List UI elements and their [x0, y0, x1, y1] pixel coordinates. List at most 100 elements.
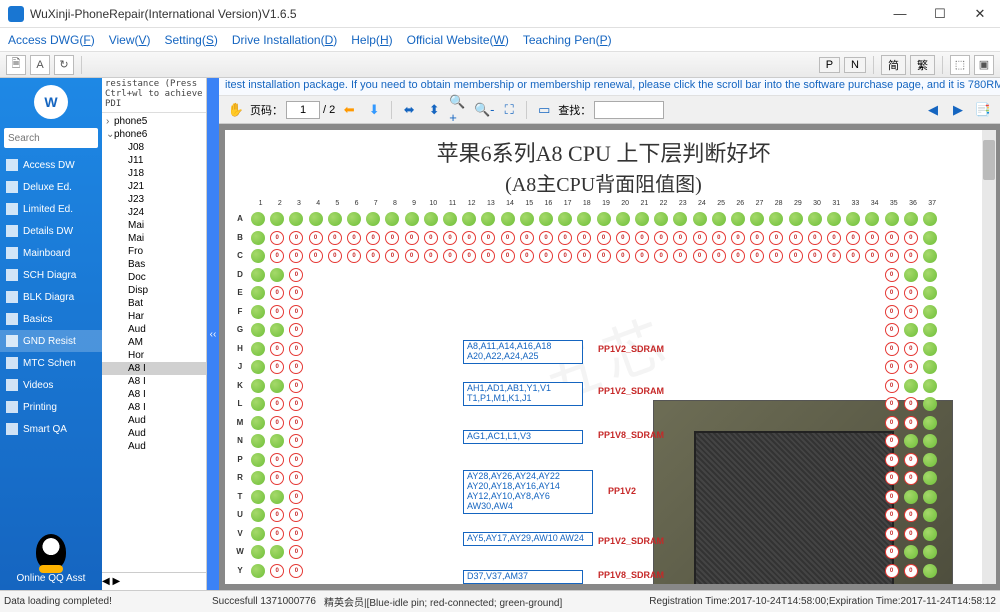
bga-ball [251, 471, 265, 485]
viewer-search-input[interactable] [594, 101, 664, 119]
tree-node[interactable]: Hor [102, 349, 206, 362]
tab-strip[interactable]: ◀ ▶ [102, 572, 206, 590]
traditional-button[interactable]: 繁 [910, 55, 935, 75]
tool-icon[interactable]: A [30, 55, 50, 75]
bga-ball: 0 [885, 379, 899, 393]
bga-ball: 0 [885, 564, 899, 578]
sidebar-item-access-dw[interactable]: Access DW [0, 154, 102, 176]
scrollbar[interactable] [982, 130, 996, 584]
tree-node[interactable]: phone6 [102, 128, 206, 141]
tree-node[interactable]: J11 [102, 154, 206, 167]
sidebar-item-details-dw[interactable]: Details DW [0, 220, 102, 242]
menu-item[interactable]: Drive Installation(D) [232, 33, 337, 47]
n-button[interactable]: N [844, 57, 866, 73]
sidebar-item-limited-ed-[interactable]: Limited Ed. [0, 198, 102, 220]
tool-icon[interactable]: ↻ [54, 55, 74, 75]
sidebar-item-mtc-schen[interactable]: MTC Schen [0, 352, 102, 374]
tree-node[interactable]: J18 [102, 167, 206, 180]
bga-ball: 0 [885, 508, 899, 522]
sidebar-item-videos[interactable]: Videos [0, 374, 102, 396]
sidebar-item-blk-diagra[interactable]: BLK Diagra [0, 286, 102, 308]
bga-ball [923, 286, 937, 300]
sidebar-item-mainboard[interactable]: Mainboard [0, 242, 102, 264]
tool-icon[interactable]: 🗎 [6, 55, 26, 75]
zoom-area-icon[interactable]: ⛶ [498, 99, 520, 121]
maximize-button[interactable]: ☐ [920, 0, 960, 28]
tool-icon[interactable]: ⬚ [950, 55, 970, 75]
bga-ball: 0 [289, 564, 303, 578]
bga-ball [654, 212, 668, 226]
bga-ball: 0 [769, 249, 783, 263]
tree-node[interactable]: AM [102, 336, 206, 349]
bga-ball: 0 [904, 249, 918, 263]
prev-page-icon[interactable]: ⬅ [338, 99, 360, 121]
tree-node[interactable]: A8 I [102, 362, 206, 375]
zoom-out-icon[interactable]: 🔍- [473, 99, 495, 121]
tree-node[interactable]: Aud [102, 440, 206, 453]
bookmark-icon[interactable]: 📑 [972, 99, 994, 121]
menu-item[interactable]: Help(H) [351, 33, 392, 47]
zoom-in-icon[interactable]: 🔍+ [448, 99, 470, 121]
minimize-button[interactable]: — [880, 0, 920, 28]
menu-item[interactable]: Access DWG(F) [8, 33, 95, 47]
menu-item[interactable]: Teaching Pen(P) [523, 33, 612, 47]
sidebar-item-gnd-resist[interactable]: GND Resist [0, 330, 102, 352]
tree-node[interactable]: Mai [102, 232, 206, 245]
tree-node[interactable]: Mai [102, 219, 206, 232]
tree-node[interactable]: J24 [102, 206, 206, 219]
bga-ball: 0 [289, 527, 303, 541]
tree-node[interactable]: A8 I [102, 388, 206, 401]
bga-ball: 0 [827, 231, 841, 245]
tree-node[interactable]: Aud [102, 414, 206, 427]
tree-node[interactable]: A8 I [102, 401, 206, 414]
menu-item[interactable]: Setting(S) [165, 33, 218, 47]
simplified-button[interactable]: 简 [881, 55, 906, 75]
tree-node[interactable]: Disp [102, 284, 206, 297]
tree-node[interactable]: J21 [102, 180, 206, 193]
tree-node[interactable]: J23 [102, 193, 206, 206]
tree-node[interactable]: A8 I [102, 375, 206, 388]
nav-prev-icon[interactable]: ◀ [922, 99, 944, 121]
bga-ball [501, 212, 515, 226]
sidebar-item-deluxe-ed-[interactable]: Deluxe Ed. [0, 176, 102, 198]
hand-tool-icon[interactable]: ✋ [225, 99, 247, 121]
net-label: PP1V8_SDRAM [595, 430, 667, 442]
bga-ball: 0 [731, 249, 745, 263]
status-mid2: 精英会员|[Blue-idle pin; red-connected; gree… [324, 594, 562, 609]
menu-item[interactable]: View(V) [109, 33, 151, 47]
tree-node[interactable]: Aud [102, 427, 206, 440]
tool-icon[interactable]: ▣ [974, 55, 994, 75]
hint-text: resistance (Press Ctrl+wl to achieve PDI [102, 78, 206, 113]
bga-ball: 0 [270, 508, 284, 522]
bga-ball: 0 [885, 490, 899, 504]
tree-node[interactable]: Doc [102, 271, 206, 284]
menu-item[interactable]: Official Website(W) [407, 33, 509, 47]
tree-node[interactable]: phone5 [102, 115, 206, 128]
collapse-handle[interactable]: ‹‹ [207, 78, 219, 590]
tree-node[interactable]: Fro [102, 245, 206, 258]
p-button[interactable]: P [819, 57, 840, 73]
sidebar-item-smart-qa[interactable]: Smart QA [0, 418, 102, 440]
nav-next-icon[interactable]: ▶ [947, 99, 969, 121]
tree-node[interactable]: Bat [102, 297, 206, 310]
qq-assistant[interactable]: Online QQ Asst [0, 528, 102, 590]
tree-node[interactable]: Har [102, 310, 206, 323]
tree-node[interactable]: J08 [102, 141, 206, 154]
sidebar-item-sch-diagra[interactable]: SCH Diagra [0, 264, 102, 286]
tree-node[interactable]: Bas [102, 258, 206, 271]
sidebar-item-printing[interactable]: Printing [0, 396, 102, 418]
document-area[interactable]: 苹果6系列A8 CPU 上下层判断好坏 (A8主CPU背面阻值图) 五芯 A8主… [219, 124, 1000, 590]
bga-ball: 0 [885, 527, 899, 541]
fit-width-icon[interactable]: ⬌ [398, 99, 420, 121]
fullscreen-icon[interactable]: ▭ [533, 99, 555, 121]
sidebar-item-basics[interactable]: Basics [0, 308, 102, 330]
tree-node[interactable]: Aud [102, 323, 206, 336]
next-page-icon[interactable]: ⬇ [363, 99, 385, 121]
bga-ball [923, 212, 937, 226]
fit-page-icon[interactable]: ⬍ [423, 99, 445, 121]
bga-ball: 0 [385, 249, 399, 263]
page-input[interactable] [286, 101, 320, 119]
close-button[interactable]: ✕ [960, 0, 1000, 28]
bga-ball: 0 [693, 249, 707, 263]
search-input[interactable] [4, 128, 98, 148]
